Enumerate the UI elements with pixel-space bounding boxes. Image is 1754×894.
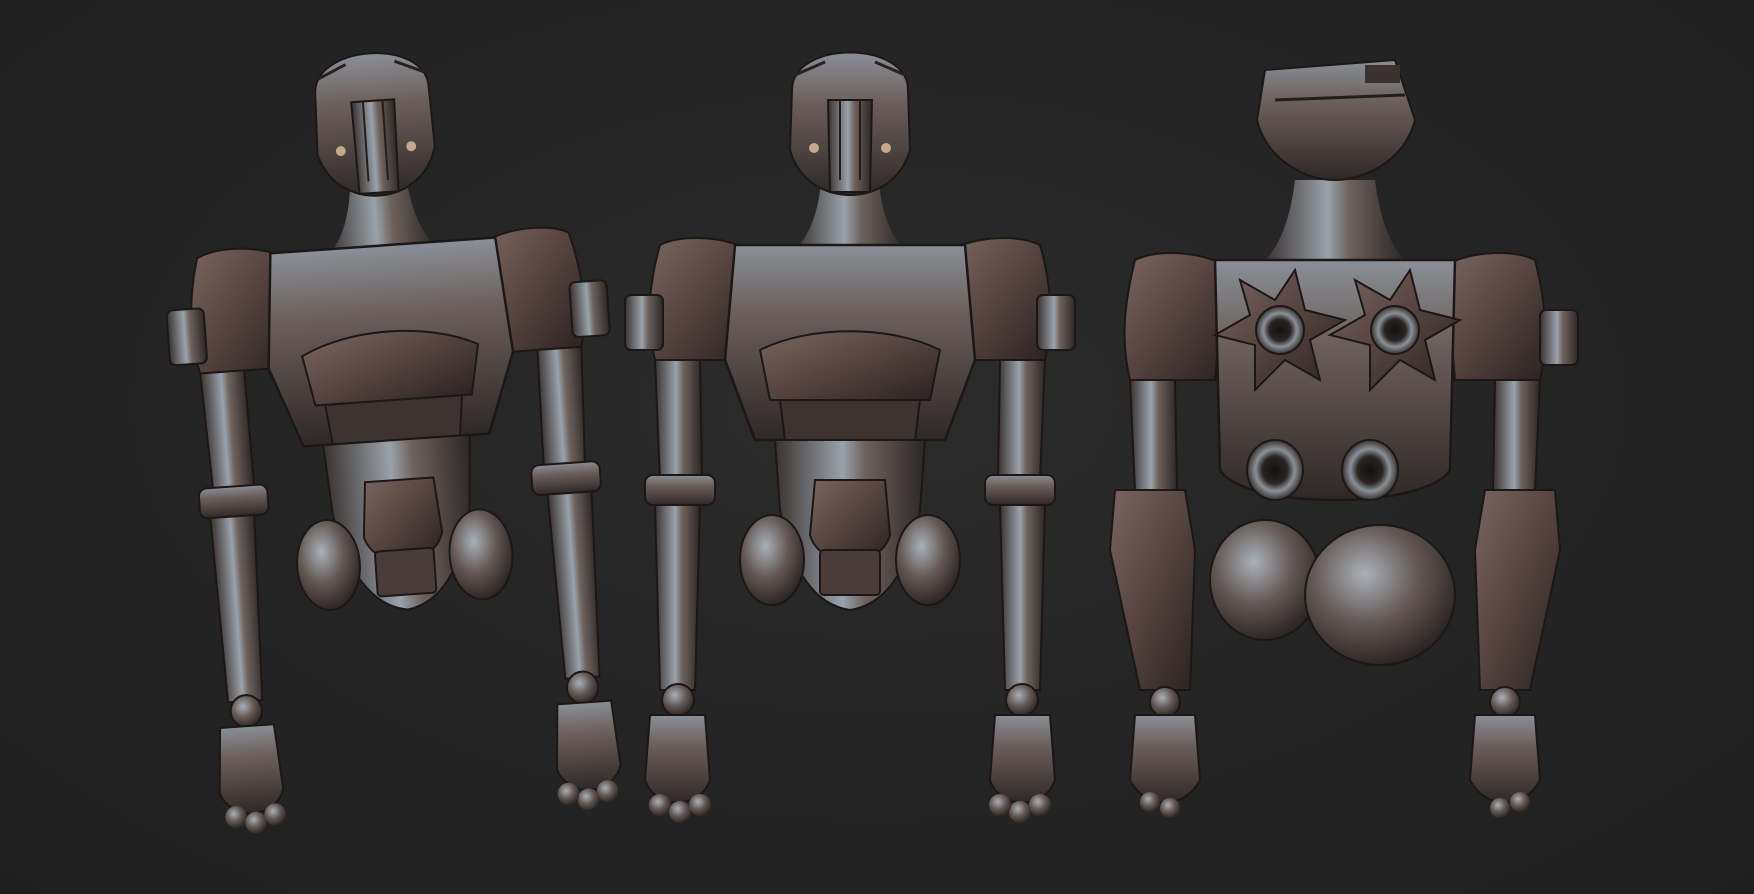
robot-back-view	[1108, 58, 1580, 820]
render-viewport	[0, 0, 1754, 894]
robot-three-quarter-front-view	[147, 36, 645, 839]
robot-render-canvas	[147, 36, 1580, 839]
robot-front-view	[623, 51, 1077, 825]
